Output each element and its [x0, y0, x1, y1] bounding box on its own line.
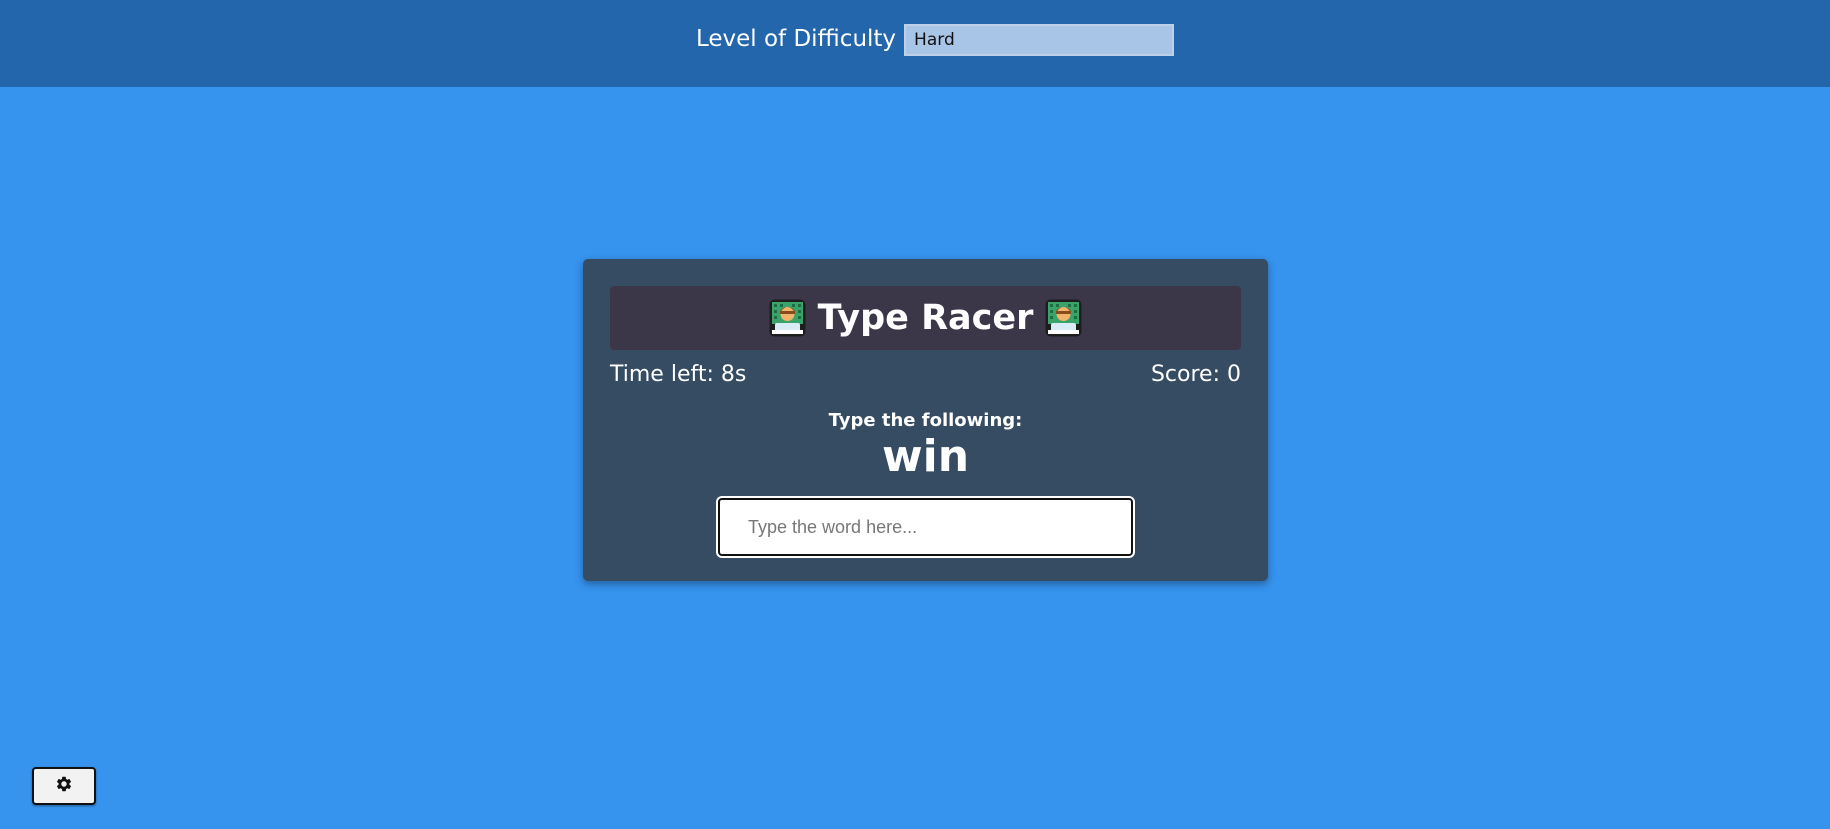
difficulty-selected-value: Hard — [914, 29, 955, 50]
technologist-emoji-icon — [1045, 299, 1082, 337]
target-word: win — [881, 431, 970, 482]
game-title-bar: Type Racer — [610, 286, 1241, 350]
score: Score: 0 — [1150, 362, 1241, 387]
settings-button[interactable] — [32, 767, 96, 805]
prompt-label: Type the following: — [828, 410, 1023, 431]
game-title: Type Racer — [817, 298, 1034, 338]
technologist-emoji-icon — [769, 299, 806, 337]
difficulty-label: Level of Difficulty — [695, 25, 897, 52]
time-left: Time left: 8s — [610, 362, 747, 387]
game-card: Type Racer Time left: 8s Score: 0 Type t — [583, 259, 1268, 581]
gear-icon — [55, 775, 73, 797]
difficulty-select[interactable]: Hard — [904, 23, 1175, 56]
difficulty-control: Level of Difficulty Hard — [695, 22, 1175, 56]
word-input[interactable] — [716, 496, 1135, 558]
top-bar: Level of Difficulty Hard — [0, 0, 1830, 87]
